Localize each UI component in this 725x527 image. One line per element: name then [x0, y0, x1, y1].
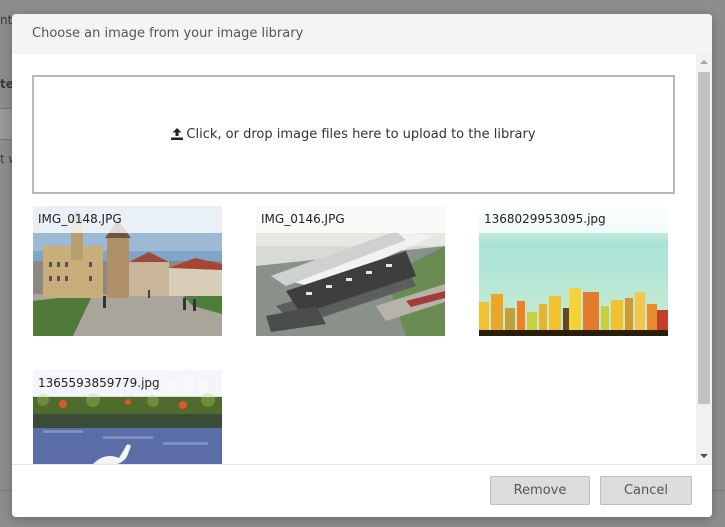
image-library-modal: Choose an image from your image library … [12, 14, 712, 517]
cancel-button[interactable]: Cancel [600, 476, 692, 505]
dropzone-content: Click, or drop image files here to uploa… [34, 127, 673, 144]
background-text-fragment: nt [0, 13, 13, 27]
modal-footer: Remove Cancel [12, 464, 712, 517]
scrollbar-thumb[interactable] [698, 72, 710, 404]
upload-dropzone[interactable]: Click, or drop image files here to uploa… [32, 75, 675, 194]
modal-body: Click, or drop image files here to uploa… [12, 54, 696, 464]
thumbnail-filename: 1368029953095.jpg [479, 206, 668, 233]
scroll-down-arrow-icon[interactable] [700, 454, 708, 458]
modal-header: Choose an image from your image library [12, 14, 712, 54]
remove-button[interactable]: Remove [490, 476, 590, 505]
image-thumbnail[interactable]: 1368029953095.jpg [479, 206, 668, 336]
modal-title: Choose an image from your image library [32, 26, 304, 41]
image-thumbnail[interactable]: 1365593859779.jpg [33, 370, 222, 464]
dropzone-text: Click, or drop image files here to uploa… [186, 127, 536, 142]
thumbnail-filename: 1365593859779.jpg [33, 370, 222, 397]
thumbnail-filename: IMG_0148.JPG [33, 206, 222, 233]
upload-icon [171, 128, 184, 144]
scroll-up-arrow-icon[interactable] [700, 60, 708, 64]
modal-scrollbar[interactable] [696, 54, 712, 464]
image-thumbnail[interactable]: IMG_0148.JPG [33, 206, 222, 336]
thumbnail-filename: IMG_0146.JPG [256, 206, 445, 233]
image-thumbnail[interactable]: IMG_0146.JPG [256, 206, 445, 336]
